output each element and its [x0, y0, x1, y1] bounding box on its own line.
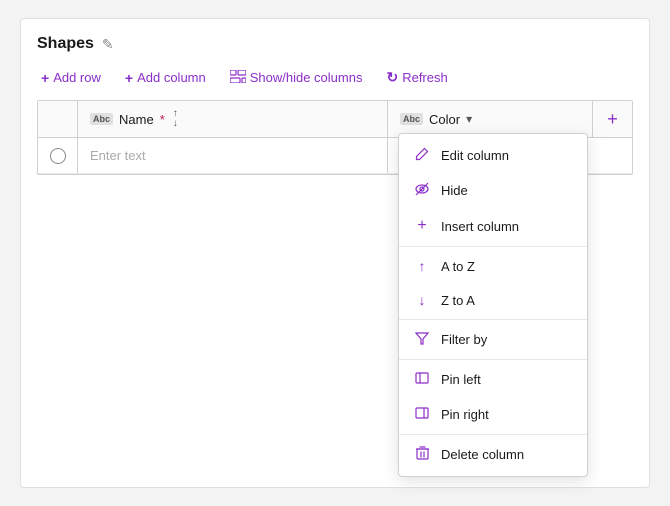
separator-3: [399, 359, 587, 360]
show-hide-button[interactable]: Show/hide columns: [226, 68, 367, 88]
separator-1: [399, 246, 587, 247]
main-panel: Shapes ✎ + Add row + Add column Show/hid…: [20, 18, 650, 488]
header-color-cell[interactable]: Abc Color ▾ Edit column: [388, 101, 592, 137]
filter-by-icon: [413, 331, 431, 348]
refresh-button[interactable]: ↻ Refresh: [382, 67, 451, 88]
pin-right-icon: [413, 406, 431, 423]
insert-column-label: Insert column: [441, 219, 519, 234]
separator-4: [399, 434, 587, 435]
refresh-label: Refresh: [402, 70, 448, 85]
header-name-cell: Abc Name * ↑ ↓: [78, 101, 388, 137]
delete-column-label: Delete column: [441, 447, 524, 462]
sort-icons: ↑ ↓: [173, 109, 178, 129]
add-row-button[interactable]: + Add row: [37, 68, 105, 88]
z-to-a-label: Z to A: [441, 293, 475, 308]
add-column-icon: +: [125, 70, 133, 86]
add-column-button-grid[interactable]: +: [592, 101, 632, 137]
sort-desc-icon[interactable]: ↓: [173, 119, 178, 129]
grid-header: Abc Name * ↑ ↓ Abc Color ▾: [38, 101, 632, 138]
toolbar: + Add row + Add column Show/hide columns…: [37, 67, 633, 88]
row-select-checkbox[interactable]: [50, 148, 66, 164]
panel-title: Shapes: [37, 35, 94, 53]
color-column-label: Color: [429, 112, 460, 127]
menu-item-hide[interactable]: Hide: [399, 173, 587, 208]
add-row-icon: +: [41, 70, 49, 86]
show-hide-icon: [230, 70, 246, 86]
add-column-label: Add column: [137, 70, 206, 85]
edit-column-label: Edit column: [441, 148, 509, 163]
a-to-z-icon: ↑: [413, 258, 431, 274]
menu-item-pin-right[interactable]: Pin right: [399, 397, 587, 432]
show-hide-label: Show/hide columns: [250, 70, 363, 85]
pin-left-label: Pin left: [441, 372, 481, 387]
row-name-placeholder: Enter text: [90, 148, 146, 163]
menu-item-edit-column[interactable]: Edit column: [399, 138, 587, 173]
edit-column-icon: [413, 147, 431, 164]
name-type-badge: Abc: [90, 113, 113, 125]
add-column-button[interactable]: + Add column: [121, 68, 210, 88]
data-grid: Abc Name * ↑ ↓ Abc Color ▾: [37, 100, 633, 175]
panel-title-row: Shapes ✎: [37, 35, 633, 53]
menu-item-delete-column[interactable]: Delete column: [399, 437, 587, 472]
menu-item-a-to-z[interactable]: ↑ A to Z: [399, 249, 587, 283]
pin-left-icon: [413, 371, 431, 388]
add-row-label: Add row: [53, 70, 101, 85]
column-context-menu: Edit column Hide +: [398, 133, 588, 477]
name-column-label: Name: [119, 112, 154, 127]
color-type-badge: Abc: [400, 113, 423, 125]
menu-item-z-to-a[interactable]: ↓ Z to A: [399, 283, 587, 317]
hide-label: Hide: [441, 183, 468, 198]
row-name-cell[interactable]: Enter text: [78, 138, 388, 173]
header-checkbox-cell: [38, 101, 78, 137]
menu-item-filter-by[interactable]: Filter by: [399, 322, 587, 357]
refresh-icon: ↻: [386, 69, 398, 86]
separator-2: [399, 319, 587, 320]
required-indicator: *: [160, 112, 165, 127]
a-to-z-label: A to Z: [441, 259, 475, 274]
row-checkbox-cell: [38, 138, 78, 173]
pin-right-label: Pin right: [441, 407, 489, 422]
menu-item-insert-column[interactable]: + Insert column: [399, 208, 587, 244]
hide-icon: [413, 182, 431, 199]
edit-title-icon[interactable]: ✎: [102, 36, 114, 53]
z-to-a-icon: ↓: [413, 292, 431, 308]
insert-column-icon: +: [413, 217, 431, 235]
color-column-menu-icon[interactable]: ▾: [466, 112, 472, 126]
filter-by-label: Filter by: [441, 332, 487, 347]
menu-item-pin-left[interactable]: Pin left: [399, 362, 587, 397]
delete-column-icon: [413, 446, 431, 463]
